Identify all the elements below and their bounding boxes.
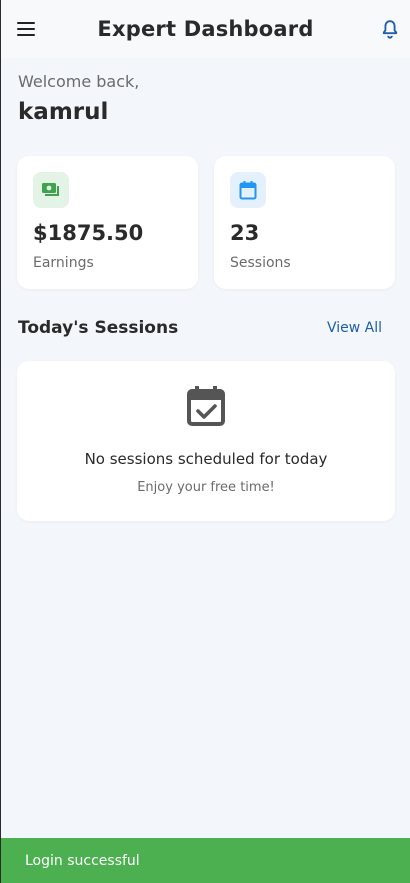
calendar-icon bbox=[230, 172, 266, 208]
welcome-block: Welcome back, kamrul bbox=[18, 72, 139, 125]
app-screen: Expert Dashboard Welcome back, kamrul $1… bbox=[0, 0, 410, 883]
empty-message: No sessions scheduled for today bbox=[84, 450, 328, 468]
empty-sessions-card: No sessions scheduled for today Enjoy yo… bbox=[17, 361, 395, 521]
todays-sessions-title: Today's Sessions bbox=[18, 318, 179, 338]
calendar-check-icon bbox=[187, 386, 225, 426]
menu-icon[interactable] bbox=[17, 18, 39, 40]
earnings-value: $1875.50 bbox=[33, 221, 144, 245]
view-all-link[interactable]: View All bbox=[327, 320, 382, 336]
money-icon bbox=[33, 172, 69, 208]
sessions-value: 23 bbox=[230, 221, 260, 245]
sessions-label: Sessions bbox=[230, 255, 291, 271]
earnings-label: Earnings bbox=[33, 255, 94, 271]
bell-icon[interactable] bbox=[379, 18, 401, 40]
user-name: kamrul bbox=[18, 99, 109, 125]
earnings-card[interactable]: $1875.50 Earnings bbox=[17, 156, 198, 289]
snackbar: Login successful bbox=[1, 838, 410, 883]
snackbar-message: Login successful bbox=[25, 852, 140, 869]
empty-subtext: Enjoy your free time! bbox=[137, 480, 275, 495]
app-bar: Expert Dashboard bbox=[1, 0, 410, 58]
sessions-card[interactable]: 23 Sessions bbox=[214, 156, 395, 289]
welcome-greeting: Welcome back, bbox=[18, 72, 140, 91]
page-title: Expert Dashboard bbox=[97, 17, 314, 41]
